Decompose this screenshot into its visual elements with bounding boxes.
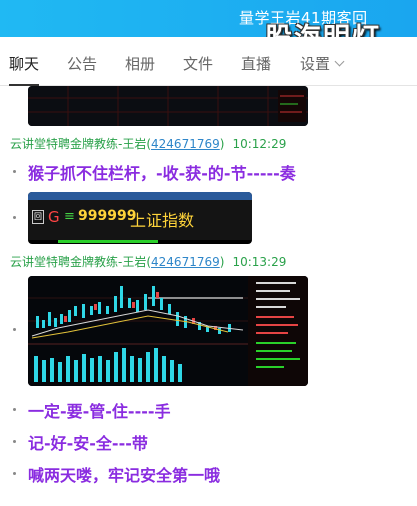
sender-qq-link[interactable]: 424671769 (151, 255, 220, 269)
quote-progress-bar (58, 240, 158, 243)
quote-code: 999999 (78, 208, 137, 224)
quote-name: 上证指数 (130, 211, 195, 230)
tab-bar: 聊天 公告 相册 文件 直播 设置 (0, 37, 417, 86)
message-time: 10:12:29 (232, 137, 287, 151)
sender-name[interactable]: 云讲堂特聘金牌教练-王岩 (10, 137, 146, 151)
tab-album[interactable]: 相册 (125, 53, 155, 74)
message-bullet (13, 216, 16, 219)
message-text: 一定-要-管-住----手 (28, 402, 171, 421)
tab-live[interactable]: 直播 (241, 53, 271, 74)
sender-qq-link[interactable]: 424671769 (151, 137, 220, 151)
message-text: 喊两天喽，牢记安全第一哦 (28, 466, 221, 485)
chat-area[interactable]: 云讲堂特聘金牌教练-王岩(424671769) 10:12:29 猴子抓不住栏杆，… (0, 86, 417, 506)
message-time: 10:13:29 (232, 255, 287, 269)
quote-g-label: G (48, 208, 60, 226)
chevron-down-icon (334, 56, 345, 67)
tab-settings-label: 设置 (300, 55, 331, 73)
tab-chat[interactable]: 聊天 (9, 53, 40, 86)
quote-eq-icon: ≡ (64, 209, 75, 224)
message-bullet (13, 440, 16, 443)
tab-announcements[interactable]: 公告 (67, 53, 97, 74)
quote-box-icon: 回 (32, 210, 44, 224)
message-text: 记-好-安-全---带 (28, 434, 148, 453)
message-bullet (13, 328, 16, 331)
message-bullet (13, 408, 16, 411)
chart-image-top[interactable] (28, 86, 308, 126)
message-sender-line: 云讲堂特聘金牌教练-王岩(424671769) 10:13:29 (10, 255, 287, 269)
message-bullet (13, 170, 16, 173)
message-bullet (13, 472, 16, 475)
chart-image-large-graphic (28, 276, 308, 386)
message-text: 猴子抓不住栏杆，-收-获-的-节-----奏 (28, 164, 296, 183)
chart-image-top-graphic (28, 86, 308, 126)
stock-quote-image[interactable]: 回 G ≡ 999999 上证指数 (28, 192, 252, 244)
chart-image-large[interactable] (28, 276, 308, 386)
tab-settings[interactable]: 设置 (300, 53, 345, 74)
quote-header-strip (28, 192, 252, 200)
sender-name[interactable]: 云讲堂特聘金牌教练-王岩 (10, 255, 146, 269)
tab-files[interactable]: 文件 (183, 53, 213, 74)
message-sender-line: 云讲堂特聘金牌教练-王岩(424671769) 10:12:29 (10, 137, 287, 151)
